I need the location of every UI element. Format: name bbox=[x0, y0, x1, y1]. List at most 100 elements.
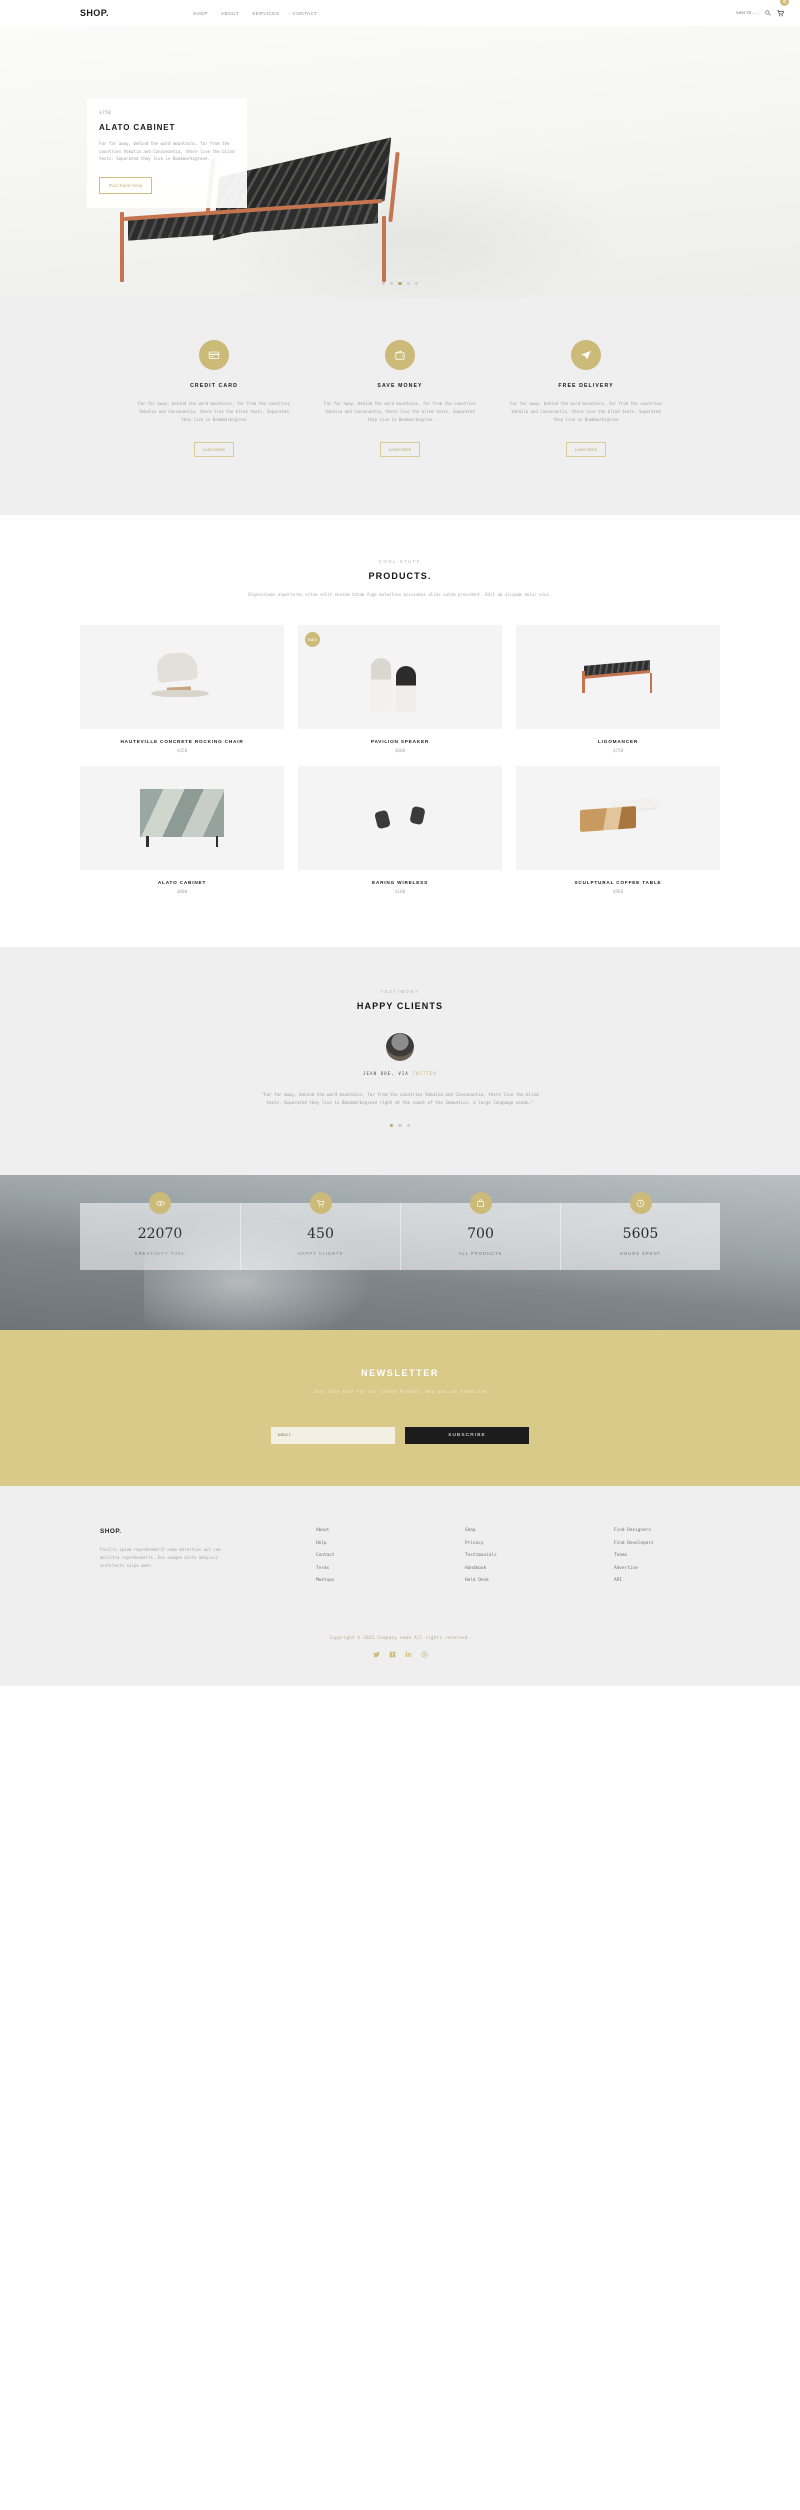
author-source[interactable]: TWITTER bbox=[412, 1071, 437, 1076]
twitter-icon[interactable] bbox=[372, 1651, 380, 1658]
hero-dot-4[interactable] bbox=[406, 281, 410, 285]
coffee-table-image bbox=[578, 797, 658, 838]
search-icon[interactable] bbox=[765, 10, 771, 16]
product-card[interactable]: EARING WIRELESS $100 bbox=[298, 765, 502, 895]
feature-text: Far far away, behind the word mountains,… bbox=[510, 401, 662, 423]
cart-icon bbox=[309, 1192, 332, 1215]
testimony-dot-3[interactable] bbox=[406, 1124, 410, 1128]
hero-dot-1[interactable] bbox=[382, 281, 386, 285]
hero-description: Far far away, behind the word mountains,… bbox=[99, 141, 235, 162]
cart-button[interactable]: 0 bbox=[777, 0, 789, 22]
clock-icon bbox=[629, 1192, 652, 1215]
wallet-icon bbox=[385, 340, 415, 370]
hero-dot-2[interactable] bbox=[390, 281, 394, 285]
facebook-icon[interactable] bbox=[389, 1651, 396, 1658]
product-price: $800 bbox=[176, 889, 188, 895]
site-header: SHOP. SHOP ABOUT SERVICES CONTACT 0 bbox=[0, 0, 800, 26]
search-box[interactable] bbox=[736, 10, 771, 16]
nav-item-contact[interactable]: CONTACT bbox=[292, 11, 317, 16]
footer-link-shop[interactable]: Shop bbox=[465, 1528, 551, 1533]
product-card[interactable]: LIGOMANCER $750 bbox=[516, 624, 720, 754]
products-grid: HAUTEVILLE CONCRETE ROCKING CHAIR $350 S… bbox=[80, 624, 720, 895]
footer-link-handbook[interactable]: Handbook bbox=[465, 1566, 551, 1571]
footer-link-meetups[interactable]: Meetups bbox=[316, 1578, 402, 1583]
footer-brand: SHOP. Facilis ipsam reprehenderit nemo m… bbox=[100, 1528, 300, 1591]
newsletter-email-input[interactable] bbox=[271, 1427, 395, 1445]
product-card[interactable]: SCULPTURAL COFFEE TABLE $960 bbox=[516, 765, 720, 895]
product-thumbnail[interactable]: Sale bbox=[298, 624, 502, 729]
nav-item-about[interactable]: ABOUT bbox=[221, 11, 239, 16]
product-thumbnail[interactable] bbox=[80, 765, 284, 870]
learn-more-button-1[interactable]: Learn More bbox=[193, 441, 235, 457]
feature-text: Far far away, behind the word mountains,… bbox=[138, 401, 290, 423]
social-links bbox=[0, 1651, 800, 1658]
search-input[interactable] bbox=[736, 10, 762, 16]
testimony-dot-2[interactable] bbox=[398, 1124, 402, 1128]
subscribe-button[interactable]: SUBSCRIBE bbox=[405, 1427, 529, 1445]
hero-card: $750 ALATO CABINET Far far away, behind … bbox=[87, 98, 247, 208]
product-thumbnail[interactable] bbox=[516, 765, 720, 870]
product-price: $100 bbox=[394, 889, 406, 895]
footer-logo[interactable]: SHOP. bbox=[100, 1528, 300, 1535]
stats-section: 22070 CREATIVITY FUEL 450 HAPPY CLIENTS … bbox=[0, 1175, 800, 1331]
footer-link-testimonials[interactable]: Testimonials bbox=[465, 1553, 551, 1558]
footer-link-held-desk[interactable]: Held Desk bbox=[465, 1578, 551, 1583]
nav-item-shop[interactable]: SHOP bbox=[193, 11, 208, 16]
product-name: PAVILION SPEAKER bbox=[370, 738, 430, 744]
footer-link-find-designers[interactable]: Find Designers bbox=[614, 1528, 700, 1533]
newsletter-subtitle: Just stay tune for our latest Product, N… bbox=[313, 1390, 487, 1396]
avatar bbox=[386, 1032, 414, 1061]
bag-icon bbox=[469, 1192, 492, 1215]
site-logo[interactable]: SHOP. bbox=[80, 8, 109, 18]
footer-column-1: About Help Contact Terms Meetups bbox=[316, 1528, 402, 1591]
cart-icon bbox=[777, 10, 785, 17]
product-card[interactable]: ALATO CABINET $800 bbox=[80, 765, 284, 895]
speaker-image bbox=[371, 642, 429, 712]
hero-section: $750 ALATO CABINET Far far away, behind … bbox=[0, 26, 800, 298]
credit-card-icon bbox=[199, 340, 229, 370]
stat-label: HAPPY CLIENTS bbox=[297, 1251, 344, 1257]
footer-link-privacy[interactable]: Privacy bbox=[465, 1541, 551, 1546]
footer-link-about[interactable]: About bbox=[316, 1528, 402, 1533]
learn-more-button-2[interactable]: Learn More bbox=[379, 441, 421, 457]
sale-badge: Sale bbox=[305, 631, 320, 647]
purchase-now-button[interactable]: Purchase Now bbox=[99, 176, 153, 194]
feature-save-money: SAVE MONEY Far far away, behind the word… bbox=[324, 340, 476, 457]
product-name: SCULPTURAL COFFEE TABLE bbox=[574, 879, 662, 885]
testimony-dot-1[interactable] bbox=[390, 1124, 394, 1128]
footer-link-terms[interactable]: Terms bbox=[316, 1566, 402, 1571]
hero-dot-3[interactable] bbox=[398, 281, 402, 285]
products-heading: COOL STUFF PRODUCTS. Dignissimos asperio… bbox=[0, 559, 800, 599]
paper-plane-icon bbox=[571, 340, 601, 370]
product-card[interactable]: Sale PAVILION SPEAKER $600 bbox=[298, 624, 502, 754]
product-name: EARING WIRELESS bbox=[371, 879, 428, 885]
stat-creativity-fuel: 22070 CREATIVITY FUEL bbox=[80, 1192, 240, 1271]
product-price: $350 bbox=[176, 748, 188, 754]
testimony-eyebrow: TESTIMONY bbox=[380, 988, 420, 994]
footer-link-teams[interactable]: Teams bbox=[614, 1553, 700, 1558]
testimony-title: HAPPY CLIENTS bbox=[356, 1000, 444, 1011]
dribbble-icon[interactable] bbox=[420, 1651, 428, 1658]
product-thumbnail[interactable] bbox=[298, 765, 502, 870]
footer-column-2: Shop Privacy Testimonials Handbook Held … bbox=[465, 1528, 551, 1591]
eye-icon bbox=[149, 1192, 171, 1215]
linkedin-icon[interactable] bbox=[405, 1651, 412, 1658]
footer-link-advertise[interactable]: Advertise bbox=[614, 1566, 700, 1571]
features-section: CREDIT CARD Far far away, behind the wor… bbox=[0, 298, 800, 515]
footer-link-contact[interactable]: Contact bbox=[316, 1553, 402, 1558]
footer-link-api[interactable]: API bbox=[614, 1578, 700, 1583]
footer-link-help[interactable]: Help bbox=[316, 1541, 402, 1546]
product-thumbnail[interactable] bbox=[516, 624, 720, 729]
testimony-carousel-dots bbox=[0, 1124, 800, 1128]
product-thumbnail[interactable] bbox=[80, 624, 284, 729]
product-price: $750 bbox=[612, 748, 624, 754]
product-card[interactable]: HAUTEVILLE CONCRETE ROCKING CHAIR $350 bbox=[80, 624, 284, 754]
footer-link-find-developers[interactable]: Find Developers bbox=[614, 1541, 700, 1546]
author-name: JEAN DOE, VIA bbox=[363, 1070, 413, 1076]
stat-happy-clients: 450 HAPPY CLIENTS bbox=[240, 1192, 400, 1271]
hero-dot-5[interactable] bbox=[414, 281, 418, 285]
products-title: PRODUCTS. bbox=[368, 570, 432, 581]
feature-title: FREE DELIVERY bbox=[558, 383, 614, 389]
learn-more-button-3[interactable]: Learn More bbox=[565, 441, 607, 457]
nav-item-services[interactable]: SERVICES bbox=[252, 11, 279, 16]
